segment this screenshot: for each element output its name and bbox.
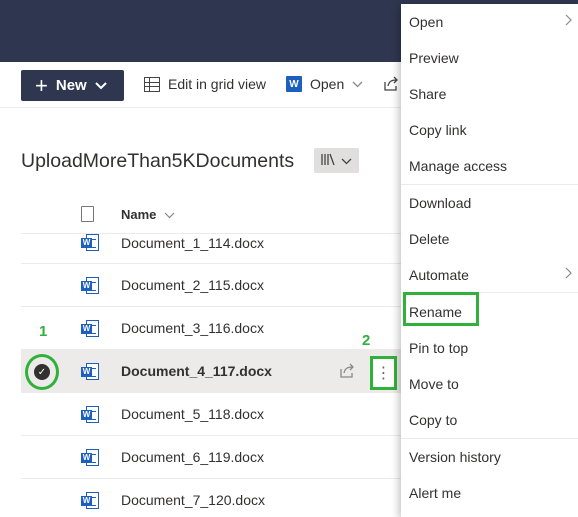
file-name[interactable]: Document_7_120.docx [121, 492, 265, 508]
file-name[interactable]: Document_1_114.docx [121, 235, 264, 251]
menu-item-label: Delete [409, 231, 450, 247]
menu-item-version-history[interactable]: Version history [401, 439, 578, 475]
new-button-label: New [55, 77, 87, 94]
menu-item-label: Share [409, 86, 447, 102]
list-item[interactable]: W Document_6_119.docx [21, 436, 401, 479]
menu-item-move-to[interactable]: Move to [401, 366, 578, 402]
menu-item-label: Move to [409, 376, 459, 392]
menu-item-label: Download [409, 195, 472, 211]
menu-item-share[interactable]: Share [401, 76, 578, 112]
list-item[interactable]: W Document_2_115.docx [21, 264, 401, 307]
word-icon: W [286, 76, 302, 92]
file-name[interactable]: Document_6_119.docx [121, 449, 264, 465]
word-doc-icon: W [81, 363, 99, 380]
menu-item-download[interactable]: Download [401, 185, 578, 221]
grid-icon [144, 76, 160, 92]
more-vertical-icon: ⋮ [375, 365, 392, 382]
chevron-down-icon [352, 77, 363, 91]
file-name[interactable]: Document_2_115.docx [121, 277, 264, 293]
list-item[interactable]: W Document_1_114.docx [21, 222, 401, 264]
library-title: UploadMoreThan5KDocuments [21, 150, 295, 172]
check-icon: ✓ [34, 364, 50, 380]
menu-item-copy-link[interactable]: Copy link [401, 112, 578, 148]
menu-item-label: Version history [409, 449, 501, 465]
menu-item-automate[interactable]: Automate [401, 257, 578, 293]
list-item-selected[interactable]: ✓ W Document_4_117.docx ⋮ [21, 350, 401, 393]
word-doc-icon: W [81, 234, 99, 251]
menu-item-label: Automate [409, 267, 469, 283]
share-icon[interactable] [339, 363, 355, 381]
menu-item-label: Copy link [409, 122, 467, 138]
menu-item-label: Preview [409, 50, 459, 66]
menu-item-label: Pin to top [409, 340, 469, 356]
file-name[interactable]: Document_4_117.docx [121, 363, 272, 379]
name-column-header[interactable]: Name [121, 207, 175, 222]
word-doc-icon: W [81, 492, 99, 509]
share-toolbar-button[interactable] [383, 76, 399, 94]
new-button[interactable]: + New [21, 70, 124, 101]
word-doc-icon: W [81, 320, 99, 337]
library-icon [321, 153, 337, 169]
edit-in-grid-view-label: Edit in grid view [168, 76, 267, 92]
context-menu: Open Preview Share Copy link Manage acce… [401, 4, 578, 517]
annotation-1: 1 [39, 323, 48, 340]
chevron-down-icon [94, 77, 107, 94]
open-button[interactable]: W Open [286, 76, 363, 92]
menu-item-label: Alert me [409, 485, 462, 501]
name-column-label: Name [121, 207, 157, 222]
plus-icon: + [35, 72, 48, 98]
menu-item-label: Copy to [409, 412, 458, 428]
file-type-icon [81, 206, 94, 222]
list-item[interactable]: W Document_3_116.docx [21, 307, 401, 350]
menu-item-pin-to-top[interactable]: Pin to top [401, 330, 578, 366]
menu-item-manage-access[interactable]: Manage access [401, 148, 578, 184]
menu-item-label: Open [409, 14, 444, 30]
word-doc-icon: W [81, 406, 99, 423]
share-icon [383, 76, 399, 94]
list-item[interactable]: W Document_5_118.docx [21, 393, 401, 436]
list-item[interactable]: W Document_7_120.docx [21, 479, 401, 517]
chevron-down-icon [341, 154, 352, 168]
menu-item-open[interactable]: Open [401, 4, 578, 40]
chevron-right-icon [565, 267, 572, 282]
view-switcher[interactable] [314, 148, 359, 173]
word-doc-icon: W [81, 277, 99, 294]
file-name[interactable]: Document_5_118.docx [121, 406, 264, 422]
annotation-2: 2 [362, 332, 371, 349]
chevron-right-icon [565, 14, 572, 29]
menu-item-alert-me[interactable]: Alert me [401, 475, 578, 511]
word-doc-icon: W [81, 449, 99, 466]
edit-in-grid-view-button[interactable]: Edit in grid view [144, 76, 266, 92]
file-name[interactable]: Document_3_116.docx [121, 320, 264, 336]
menu-item-copy-to[interactable]: Copy to [401, 402, 578, 438]
more-actions-button[interactable]: ⋮ [370, 356, 397, 390]
menu-item-label: Manage access [409, 158, 508, 174]
open-button-label: Open [310, 76, 345, 92]
selection-highlight[interactable]: ✓ [25, 354, 59, 390]
menu-item-delete[interactable]: Delete [401, 221, 578, 257]
menu-item-preview[interactable]: Preview [401, 40, 578, 76]
rename-highlight [403, 292, 479, 326]
